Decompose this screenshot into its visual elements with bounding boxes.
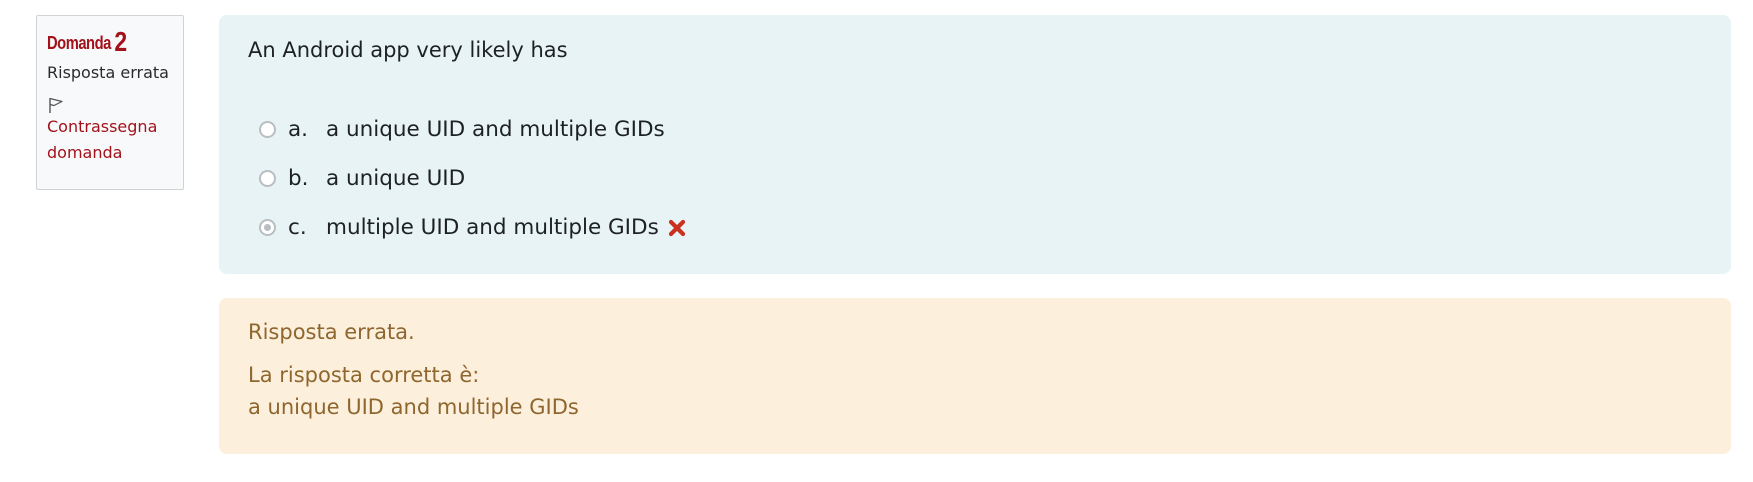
answer-letter: c. [288, 215, 307, 240]
answer-text: multiple UID and multiple GIDs [326, 215, 659, 240]
answer-radio-a[interactable] [259, 121, 276, 138]
question-state: Risposta errata [47, 63, 169, 82]
answer-option-c[interactable]: c. multiple UID and multiple GIDs [259, 203, 687, 252]
answer-option-b[interactable]: b. a unique UID [259, 154, 687, 203]
feedback-panel: Risposta errata. La risposta corretta è:… [219, 298, 1731, 454]
answer-letter: a. [288, 117, 309, 142]
answer-letter: b. [288, 166, 309, 191]
question-label: Domanda [47, 33, 111, 53]
question-text: An Android app very likely has [248, 38, 568, 62]
answer-radio-b[interactable] [259, 170, 276, 187]
incorrect-x-icon [668, 219, 685, 236]
feedback-result: Risposta errata. [248, 320, 415, 344]
answer-option-a[interactable]: a. a unique UID and multiple GIDs [259, 105, 687, 154]
answer-radio-c[interactable] [259, 219, 276, 236]
correct-answer-text: a unique UID and multiple GIDs [248, 395, 579, 419]
answer-text: a unique UID and multiple GIDs [326, 117, 665, 142]
answer-list: a. a unique UID and multiple GIDs b. a u… [259, 105, 687, 252]
question-panel: An Android app very likely has a. a uniq… [219, 15, 1731, 274]
quiz-review-page: Domanda 2 Risposta errata Contrassegna d… [0, 0, 1753, 482]
flag-outline-icon[interactable] [47, 96, 65, 114]
question-number-value: 2 [114, 26, 127, 57]
question-info-box: Domanda 2 Risposta errata Contrassegna d… [36, 15, 184, 190]
correct-answer-intro: La risposta corretta è: [248, 363, 480, 387]
question-number: Domanda 2 [47, 28, 150, 56]
flag-question-link[interactable]: Contrassegna domanda [47, 114, 167, 166]
answer-text: a unique UID [326, 166, 466, 191]
